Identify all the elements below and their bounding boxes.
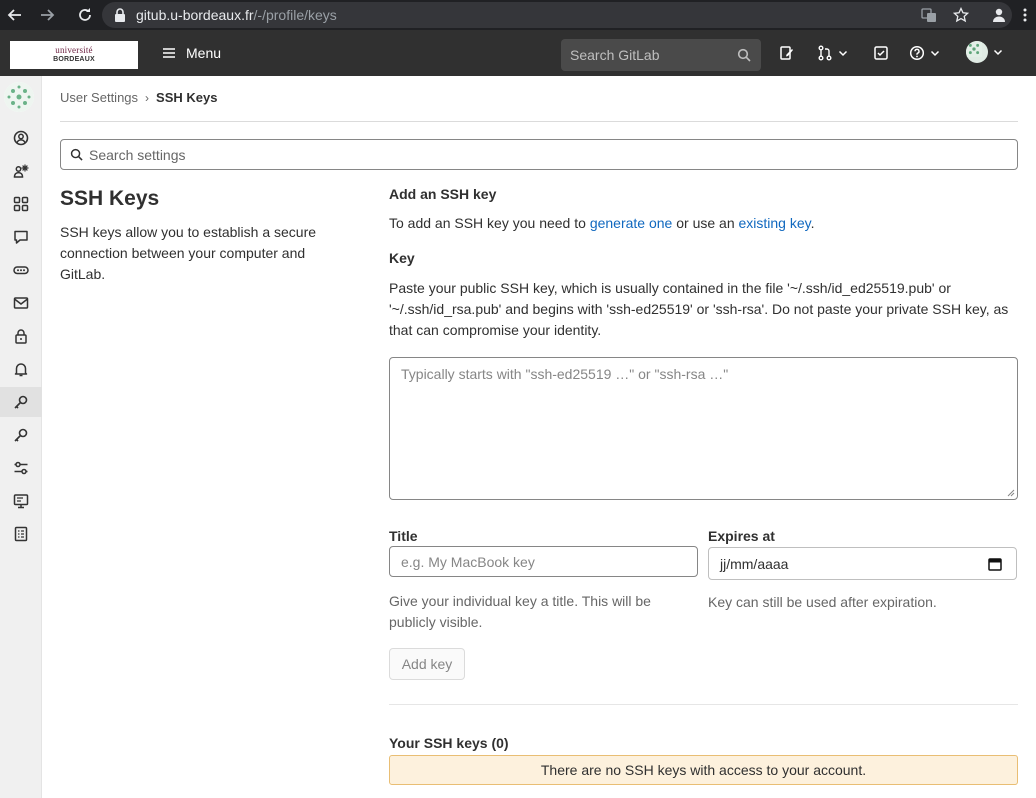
bookmark-star-icon[interactable] [946,0,976,30]
expires-at-date-input[interactable]: jj/mm/aaaa [708,547,1017,580]
user-avatar-menu[interactable] [966,41,1003,63]
hamburger-icon [163,48,175,58]
expires-label: Expires at [708,528,775,544]
sidebar-item-applications[interactable] [0,189,42,219]
sidebar-item-chat[interactable] [0,222,42,252]
breadcrumb: User Settings › SSH Keys [60,90,217,105]
section-info: SSH Keys SSH keys allow you to establish… [60,186,340,285]
divider [389,704,1018,705]
menu-button[interactable]: Menu [162,42,221,64]
title-input[interactable]: e.g. My MacBook key [389,546,698,577]
generate-one-link[interactable]: generate one [590,215,673,231]
university-logo[interactable]: université BORDEAUX [10,41,138,69]
sidebar-item-access-tokens[interactable] [0,255,42,285]
browser-toolbar: gitub.u-bordeaux.fr/-/profile/keys [0,0,1036,30]
user-circle-icon [13,130,29,146]
page-title: SSH Keys [60,187,160,210]
merge-requests-icon[interactable] [817,43,848,63]
breadcrumb-ssh-keys[interactable]: SSH Keys [156,90,217,105]
breadcrumb-user-settings[interactable]: User Settings [60,90,138,105]
issues-icon[interactable] [779,43,795,63]
chevron-down-icon [930,50,940,57]
lock-icon [15,329,27,344]
search-icon [737,48,751,62]
existing-key-link[interactable]: existing key [739,215,811,231]
mail-icon [13,297,29,309]
browser-menu-icon[interactable] [1014,0,1036,30]
lock-icon [115,8,125,22]
sidebar-item-authentication-log[interactable] [0,519,42,549]
ssh-key-form: Add an SSH key To add an SSH key you nee… [389,184,1018,785]
title-input-placeholder: e.g. My MacBook key [401,553,535,570]
help-icon[interactable] [909,43,940,63]
breadcrumb-separator: › [145,90,150,105]
log-icon [14,526,28,542]
sidebar-item-account[interactable] [0,156,42,186]
divider [60,121,1018,122]
sidebar-item-gpg-keys[interactable] [0,420,42,450]
settings-search-placeholder: Search settings [89,146,186,163]
key-icon [14,428,28,442]
title-help-text: Give your individual key a title. This w… [389,593,651,630]
expires-at-value: jj/mm/aaaa [720,555,789,572]
sidebar-item-preferences[interactable] [0,453,42,483]
sidebar-item-password[interactable] [0,321,42,351]
key-icon [14,395,28,409]
key-label: Key [389,250,415,266]
user-gear-icon [13,164,29,178]
menu-label: Menu [186,45,222,61]
back-icon[interactable] [2,2,28,28]
forward-icon[interactable] [34,2,60,28]
preferences-icon [14,461,28,475]
key-help-text: Paste your public SSH key, which is usua… [389,280,1009,338]
sidebar-item-active-sessions[interactable] [0,486,42,516]
gitlab-search-input[interactable]: Search GitLab [561,39,761,71]
sidebar-item-ssh-keys[interactable] [0,387,42,417]
token-icon [13,266,29,275]
translate-icon[interactable] [914,0,944,30]
settings-sidebar [0,76,42,798]
key-textarea-placeholder: Typically starts with "ssh-ed25519 …" or… [401,366,729,382]
applications-icon [13,196,29,212]
expires-help-text: Key can still be used after expiration. [708,594,937,610]
search-icon [70,148,83,161]
sidebar-avatar[interactable] [4,82,34,112]
todos-icon[interactable] [873,43,889,63]
key-textarea[interactable]: Typically starts with "ssh-ed25519 …" or… [389,357,1018,500]
reload-icon[interactable] [72,2,98,28]
add-key-button[interactable]: Add key [389,648,465,680]
no-keys-alert: There are no SSH keys with access to you… [389,755,1018,785]
title-label: Title [389,528,418,544]
resize-handle-icon[interactable] [1007,489,1015,497]
monitor-icon [13,494,29,509]
add-key-intro: To add an SSH key you need to generate o… [389,215,815,231]
sidebar-item-profile[interactable] [0,123,42,153]
settings-search-input[interactable]: Search settings [60,139,1018,170]
chevron-down-icon [993,49,1003,56]
sidebar-item-notifications[interactable] [0,354,42,384]
address-bar[interactable]: gitub.u-bordeaux.fr/-/profile/keys [102,2,1012,28]
url-text: gitub.u-bordeaux.fr/-/profile/keys [136,7,337,23]
add-key-heading: Add an SSH key [389,186,497,202]
no-keys-message: There are no SSH keys with access to you… [540,762,867,778]
comment-icon [14,230,28,244]
section-description: SSH keys allow you to establish a secure… [60,224,317,282]
gitlab-navbar: université BORDEAUX Menu Search GitLab [0,30,1036,76]
profile-icon[interactable] [984,0,1014,30]
calendar-icon[interactable] [988,557,1002,571]
sidebar-item-emails[interactable] [0,288,42,318]
chevron-down-icon [838,50,848,57]
gitlab-search-placeholder: Search GitLab [570,47,660,63]
bell-icon [14,363,28,377]
avatar [966,41,988,63]
your-ssh-keys-heading: Your SSH keys (0) [389,735,509,751]
